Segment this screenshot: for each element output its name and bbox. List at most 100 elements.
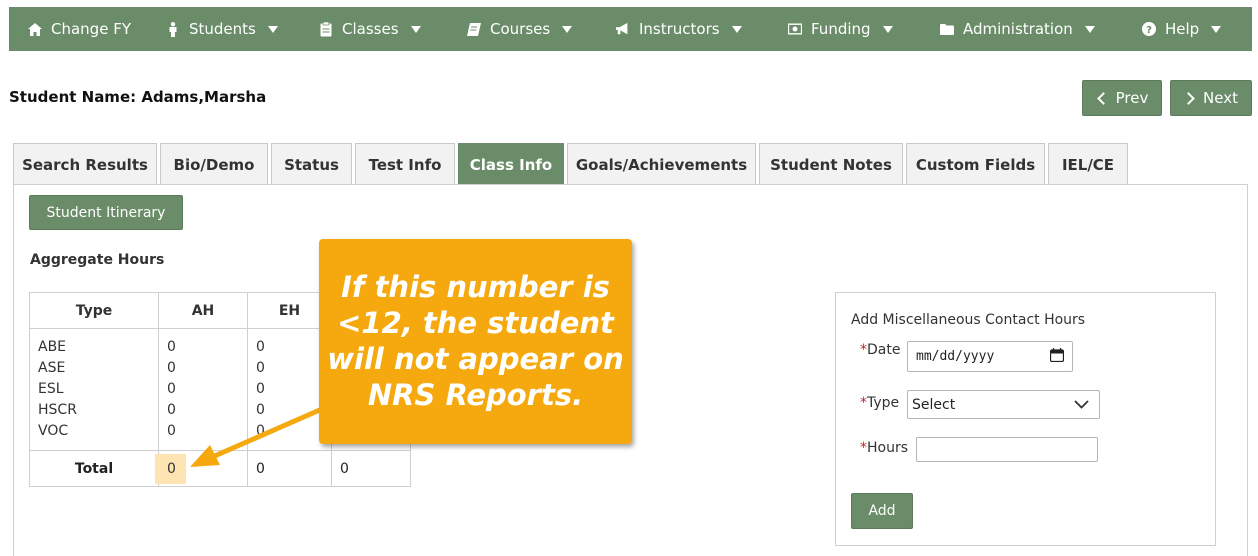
question-icon: ? (1142, 22, 1156, 36)
caret-down-icon (1211, 25, 1222, 33)
caret-down-icon (731, 25, 742, 33)
type-label: *Type (860, 395, 899, 411)
next-label: Next (1203, 89, 1238, 107)
header-ah: AH (158, 292, 248, 329)
prev-label: Prev (1115, 89, 1149, 107)
caret-down-icon (1084, 25, 1095, 33)
clipboard-icon (319, 21, 333, 36)
nav-funding[interactable]: Funding (788, 7, 893, 51)
total-label: Total (29, 450, 159, 487)
nav-help[interactable]: ? Help (1142, 7, 1222, 51)
tab-custom-fields[interactable]: Custom Fields (906, 143, 1045, 185)
ah-value: 0 (167, 339, 176, 355)
callout-line: will not appear on (327, 342, 624, 376)
callout-line: If this number is (341, 270, 610, 304)
callout-note: If this number is <12, the student will … (319, 239, 632, 444)
hours-label: *Hours (860, 440, 908, 456)
type-esl: ESL (38, 381, 64, 397)
tab-iel-ce[interactable]: IEL/CE (1048, 143, 1128, 185)
tab-bio-demo[interactable]: Bio/Demo (160, 143, 268, 185)
hours-label-text: Hours (867, 440, 909, 456)
nav-label: Administration (963, 20, 1073, 38)
chevron-down-icon (1074, 397, 1089, 413)
add-button[interactable]: Add (851, 493, 913, 529)
header-type: Type (29, 292, 159, 329)
home-icon (28, 22, 42, 36)
tab-class-info[interactable]: Class Info (458, 143, 564, 185)
type-ase: ASE (38, 360, 66, 376)
top-navbar: Change FY Students Classes Courses Instr… (9, 7, 1252, 51)
tab-label: Status (284, 155, 339, 174)
tab-search-results[interactable]: Search Results (13, 143, 157, 185)
required-mark: * (860, 440, 867, 456)
person-icon (166, 21, 180, 37)
tab-goals-achievements[interactable]: Goals/Achievements (567, 143, 756, 185)
nav-label: Classes (342, 20, 399, 38)
itinerary-label: Student Itinerary (46, 204, 166, 221)
date-label: *Date (860, 342, 900, 358)
type-voc: VOC (38, 423, 69, 439)
type-hscr: HSCR (38, 402, 77, 418)
type-label-text: Type (867, 395, 900, 411)
prev-button[interactable]: Prev (1082, 80, 1162, 116)
tab-label: Student Notes (770, 155, 892, 174)
nav-change-fy[interactable]: Change FY (28, 7, 131, 51)
tab-label: Goals/Achievements (575, 155, 748, 174)
eh-value: 0 (256, 339, 265, 355)
callout-line: NRS Reports. (367, 378, 584, 412)
callout-arrow (190, 406, 325, 467)
arrow-head (190, 445, 220, 467)
required-mark: * (860, 395, 867, 411)
calendar-icon[interactable] (1049, 347, 1065, 366)
tab-label: Search Results (22, 155, 148, 174)
type-cell: ABE ASE ESL HSCR VOC (29, 328, 159, 451)
type-select[interactable]: Select (907, 390, 1100, 419)
nav-instructors[interactable]: Instructors (616, 7, 742, 51)
svg-text:?: ? (1146, 25, 1152, 36)
nav-classes[interactable]: Classes (319, 7, 421, 51)
callout-line: <12, the student (337, 306, 614, 340)
type-abe: ABE (38, 339, 67, 355)
type-selected-value: Select (912, 396, 956, 413)
tab-test-info[interactable]: Test Info (355, 143, 455, 185)
tab-student-notes[interactable]: Student Notes (759, 143, 903, 185)
nav-label: Help (1165, 20, 1200, 38)
student-itinerary-button[interactable]: Student Itinerary (29, 195, 183, 230)
required-mark: * (860, 342, 867, 358)
hours-input[interactable] (916, 437, 1098, 462)
student-name-heading: Student Name: Adams,Marsha (9, 88, 267, 106)
caret-down-icon (267, 25, 278, 33)
aggregate-hours-title: Aggregate Hours (30, 252, 165, 268)
nav-students[interactable]: Students (166, 7, 278, 51)
tab-label: IEL/CE (1061, 155, 1115, 174)
nav-label: Students (189, 20, 256, 38)
caret-down-icon (410, 25, 421, 33)
tab-label: Class Info (469, 155, 553, 174)
ah-value: 0 (167, 360, 176, 376)
date-placeholder: mm/dd/yyyy (916, 349, 995, 364)
megaphone-icon (616, 22, 630, 36)
next-button[interactable]: Next (1170, 80, 1252, 116)
caret-down-icon (562, 25, 573, 33)
arrow-shaft (207, 406, 325, 461)
nav-administration[interactable]: Administration (940, 7, 1095, 51)
tab-label: Custom Fields (915, 155, 1036, 174)
eh-value: 0 (256, 360, 265, 376)
tab-label: Bio/Demo (173, 155, 255, 174)
nav-courses[interactable]: Courses (467, 7, 573, 51)
money-icon (788, 22, 802, 36)
caret-down-icon (882, 25, 893, 33)
nav-label: Change FY (51, 20, 131, 38)
tab-status[interactable]: Status (271, 143, 352, 185)
misc-title: Add Miscellaneous Contact Hours (851, 312, 1086, 328)
folder-icon (940, 22, 954, 36)
nav-label: Instructors (639, 20, 720, 38)
chevron-right-icon (1182, 91, 1195, 105)
nav-label: Courses (490, 20, 551, 38)
chevron-left-icon (1096, 91, 1110, 105)
date-input[interactable]: mm/dd/yyyy (907, 341, 1073, 372)
add-label: Add (868, 503, 896, 519)
total-col4: 0 (331, 450, 411, 487)
date-label-text: Date (867, 342, 901, 358)
tab-label: Test Info (368, 155, 442, 174)
